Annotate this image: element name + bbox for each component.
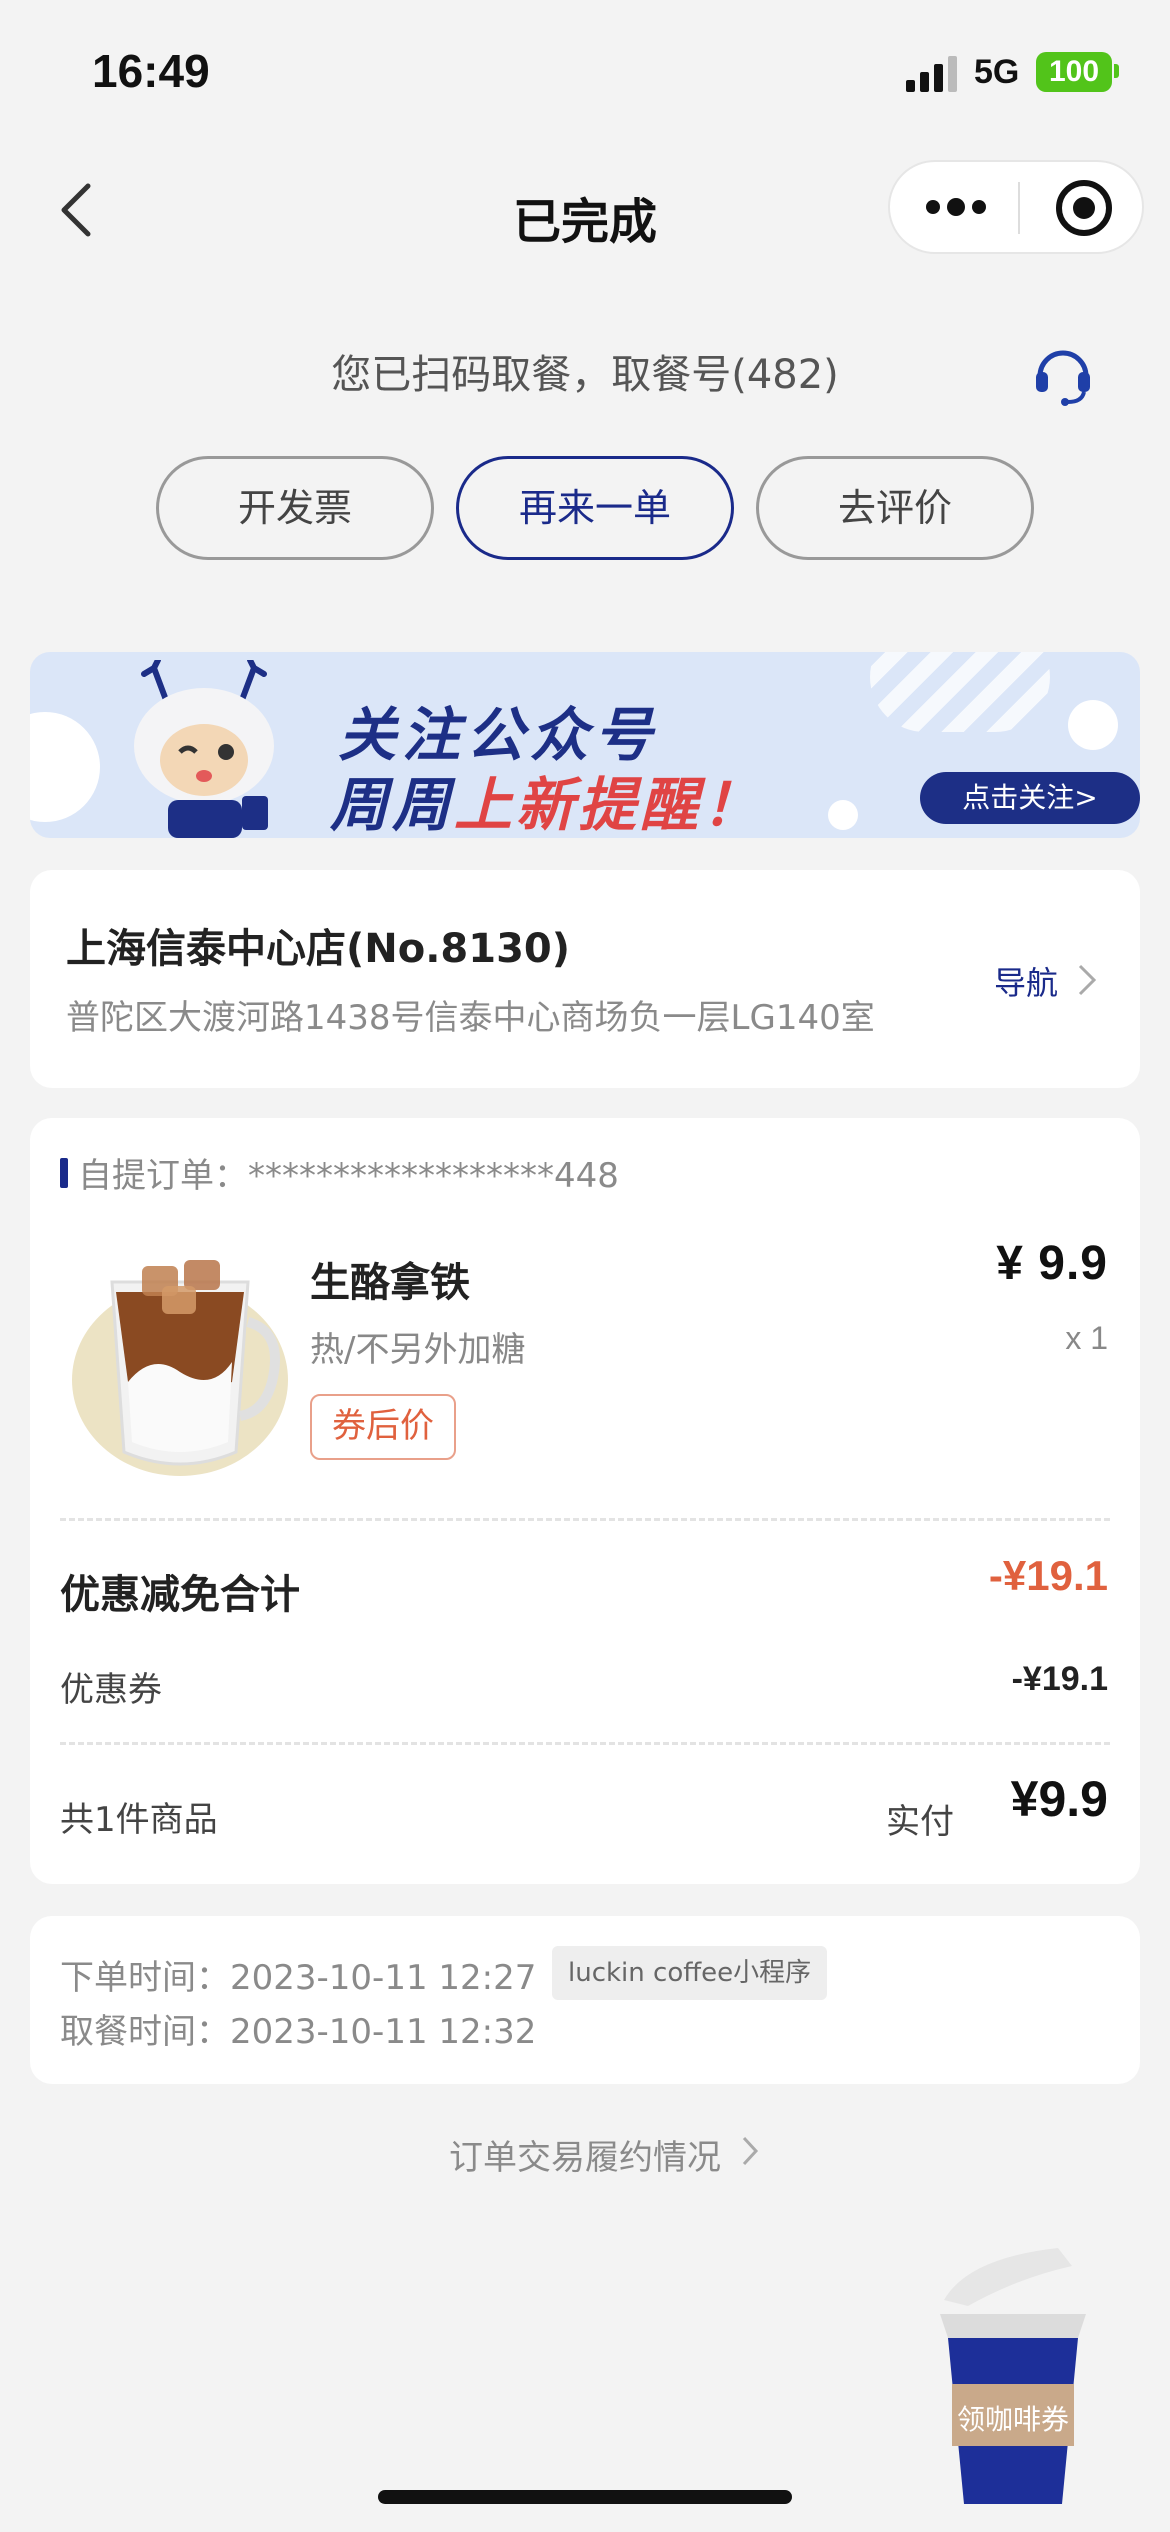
order-number: 自提订单：******************448 — [78, 1156, 619, 1196]
capsule-divider — [1018, 182, 1020, 234]
discount-total-value: -¥19.1 — [988, 1552, 1108, 1599]
pickup-time: 取餐时间：2023-10-11 12:32 — [60, 2012, 537, 2052]
coffee-cup-icon — [940, 2248, 1086, 2504]
order-accent-bar — [60, 1158, 68, 1188]
store-address: 普陀区大渡河路1438号信泰中心商场负一层LG140室 — [66, 998, 875, 1038]
coffee-coupon-label: 领咖啡券 — [956, 2403, 1069, 2436]
more-icon[interactable] — [924, 198, 988, 216]
store-name: 上海信泰中心店(No.8130) — [66, 926, 571, 972]
divider — [60, 1518, 1110, 1521]
follow-button[interactable]: 点击关注> — [920, 772, 1140, 824]
pickup-message: 您已扫码取餐，取餐号(482) — [331, 352, 839, 398]
product-price: ¥ 9.9 — [996, 1237, 1108, 1290]
banner-line-2a: 周周 — [330, 771, 455, 838]
coupon-value: -¥19.1 — [1011, 1660, 1108, 1698]
chevron-right-icon[interactable] — [1076, 962, 1098, 998]
home-indicator — [378, 2490, 792, 2504]
battery-tip — [1114, 64, 1119, 78]
banner-decor-circle — [828, 800, 858, 830]
discount-total-label: 优惠减免合计 — [60, 1572, 300, 1618]
after-coupon-tag: 券后价 — [310, 1394, 456, 1460]
store-card — [30, 870, 1140, 1088]
coffee-coupon-float[interactable]: 领咖啡券 — [938, 2248, 1088, 2506]
customer-service-icon[interactable] — [1030, 340, 1096, 406]
fulfilment-link[interactable]: 订单交易履约情况 — [0, 2130, 1170, 2179]
latte-image — [72, 1260, 288, 1476]
reorder-button[interactable]: 再来一单 — [456, 456, 734, 560]
order-time: 下单时间：2023-10-11 12:27 — [60, 1958, 537, 1998]
banner-decor-circle — [30, 712, 100, 822]
banner-line-2b: 上新提醒！ — [454, 771, 765, 838]
paid-value: ¥9.9 — [1010, 1771, 1108, 1827]
time-card — [30, 1916, 1140, 2084]
banner-decor-circle — [1068, 700, 1118, 750]
navigate-link[interactable]: 导航 — [994, 958, 1058, 1004]
banner-decor-stripes — [870, 652, 1050, 732]
battery-icon: 100 — [1036, 52, 1112, 92]
chevron-right-icon[interactable] — [740, 2134, 760, 2168]
invoice-button[interactable]: 开发票 — [156, 456, 434, 560]
close-target-icon[interactable] — [1056, 180, 1112, 236]
banner-line-2: 周周上新提醒！ — [330, 758, 764, 838]
paid-label: 实付 — [886, 1802, 954, 1842]
review-button[interactable]: 去评价 — [756, 456, 1034, 560]
signal-icon — [906, 56, 957, 92]
product-quantity: x 1 — [1065, 1320, 1108, 1356]
divider — [60, 1742, 1110, 1745]
follow-banner[interactable]: 关注公众号 周周上新提醒！ 点击关注> — [30, 652, 1140, 838]
product-name: 生酪拿铁 — [310, 1260, 470, 1306]
product-spec: 热/不另外加糖 — [310, 1330, 526, 1370]
items-count: 共1件商品 — [60, 1800, 218, 1840]
coupon-label: 优惠券 — [60, 1670, 162, 1710]
network-label: 5G — [974, 53, 1020, 91]
status-time: 16:49 — [92, 45, 210, 97]
order-source-badge: luckin coffee小程序 — [552, 1946, 828, 2000]
deer-mascot-icon — [134, 660, 274, 838]
